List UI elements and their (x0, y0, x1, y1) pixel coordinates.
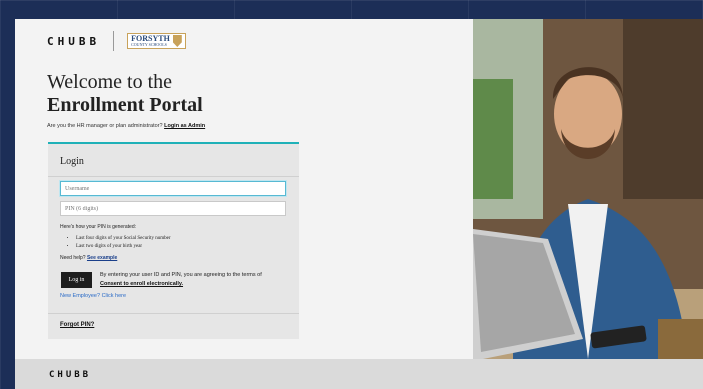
portal-window: CHUBB FORSYTH COUNTY SCHOOLS Welcome to … (15, 19, 703, 389)
consent-link[interactable]: Consent to enroll electronically. (100, 281, 183, 287)
card-divider (48, 176, 299, 177)
chubb-logo: CHUBB (47, 34, 101, 48)
consent-label: By entering your user ID and PIN, you ar… (100, 272, 262, 278)
new-employee-link[interactable]: New Employee? Click here (60, 293, 126, 299)
partner-logo-name: FORSYTH (131, 34, 170, 43)
pin-rule: Last two digits of your birth year (76, 243, 171, 251)
username-input[interactable] (60, 181, 286, 196)
card-divider (48, 313, 299, 314)
man-with-laptop-image (473, 19, 703, 359)
pin-rule: Last four digits of your Social Security… (76, 235, 171, 243)
login-panel: CHUBB FORSYTH COUNTY SCHOOLS Welcome to … (15, 19, 473, 359)
pin-help-text: Here's how your PIN is generated: (60, 224, 136, 230)
admin-prompt: Are you the HR manager or plan administr… (47, 123, 205, 129)
portal-heading: Enrollment Portal (47, 94, 203, 116)
crest-icon (172, 35, 182, 47)
login-title: Login (60, 156, 84, 167)
forsyth-county-schools-logo: FORSYTH COUNTY SCHOOLS (127, 33, 186, 49)
partner-logo-subtitle: COUNTY SCHOOLS (131, 42, 167, 47)
welcome-heading: Welcome to the (47, 71, 173, 93)
footer-chubb-logo: CHUBB (49, 370, 92, 380)
login-card: Login Here's how your PIN is generated: … (48, 142, 299, 339)
hero-photo (473, 19, 703, 359)
consent-text: By entering your user ID and PIN, you ar… (100, 271, 270, 289)
admin-question: Are you the HR manager or plan administr… (47, 123, 163, 129)
page-footer: CHUBB (15, 359, 703, 389)
brand-header: CHUBB FORSYTH COUNTY SCHOOLS (47, 31, 186, 51)
need-help-label: Need help? (60, 255, 86, 261)
pin-input[interactable] (60, 201, 286, 216)
logo-divider (113, 31, 115, 51)
need-help-line: Need help? See example (60, 255, 117, 261)
pin-rules-list: Last four digits of your Social Security… (68, 235, 171, 251)
login-button[interactable]: Log in (61, 272, 92, 288)
login-as-admin-link[interactable]: Login as Admin (164, 123, 205, 129)
see-example-link[interactable]: See example (87, 255, 117, 261)
forgot-pin-link[interactable]: Forgot PIN? (60, 322, 94, 328)
